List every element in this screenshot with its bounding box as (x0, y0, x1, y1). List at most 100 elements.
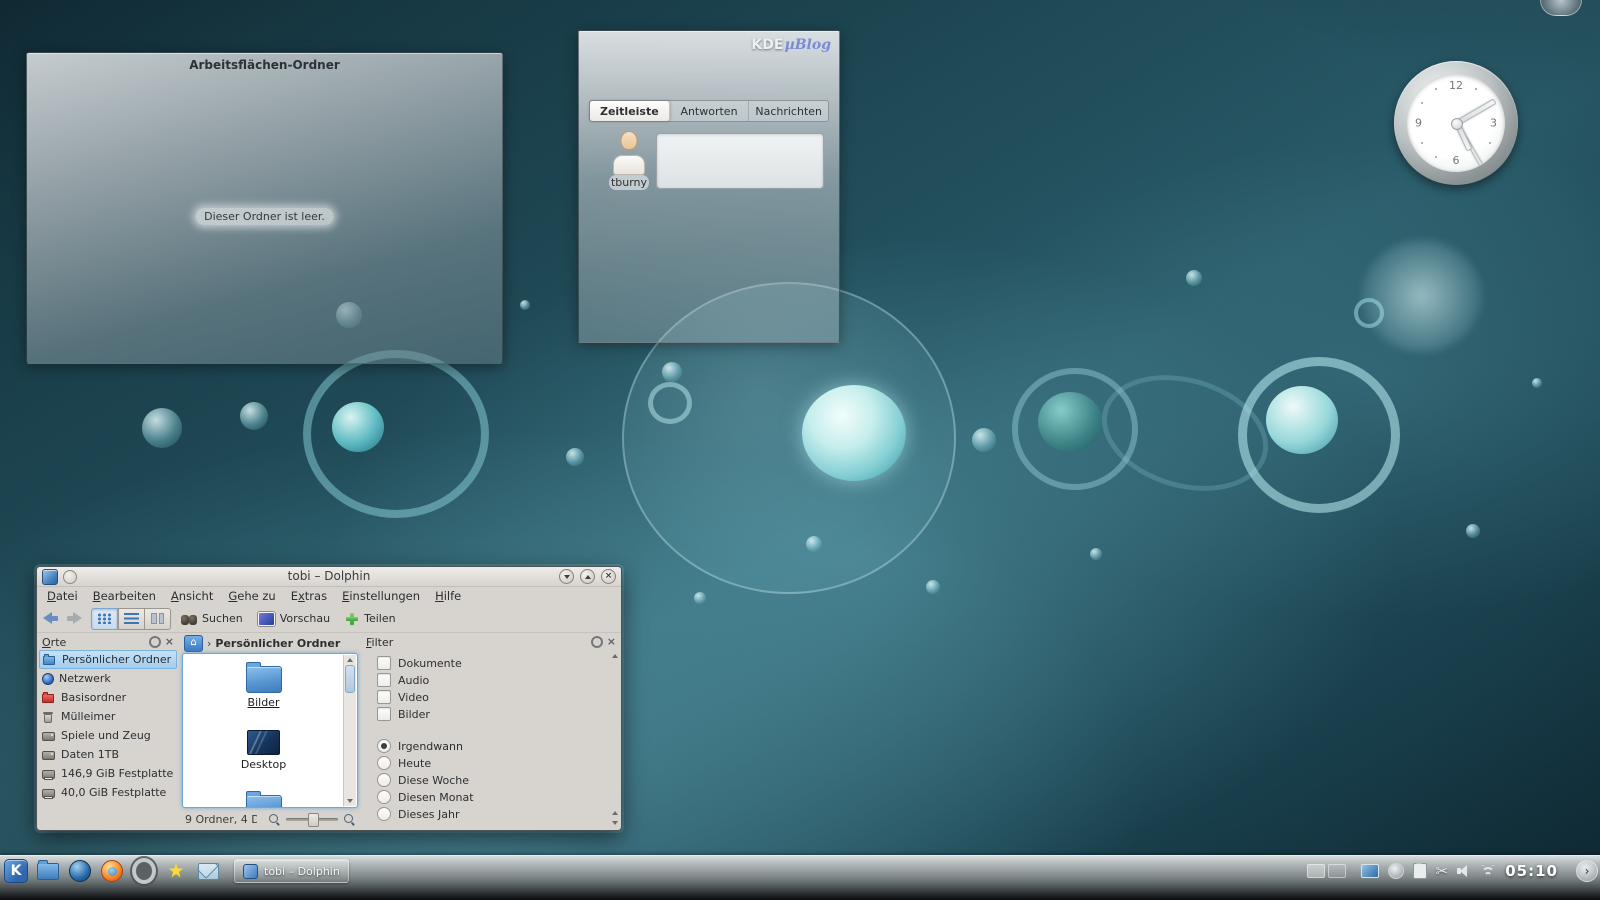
place-item[interactable]: Daten 1TB (39, 745, 177, 764)
filter-scrollbar[interactable] (609, 651, 621, 828)
pager-desktop-1[interactable] (1307, 864, 1325, 878)
scroll-down-icon[interactable] (347, 799, 353, 803)
share-button-label: Teilen (364, 612, 395, 625)
panel-settings-icon[interactable] (149, 636, 161, 648)
menu-gehe-zu[interactable]: Gehe zu (228, 589, 275, 603)
digital-clock[interactable]: 05:10 (1505, 862, 1558, 880)
place-item[interactable]: Spiele und Zeug (39, 726, 177, 745)
menu-ansicht[interactable]: Ansicht (171, 589, 213, 603)
user-avatar-icon[interactable] (609, 131, 649, 175)
filter-radio-row[interactable]: Dieses Jahr (377, 807, 619, 821)
place-item[interactable]: 146,9 GiB Festplatte (39, 764, 177, 783)
checkbox[interactable] (377, 707, 391, 721)
taskbar-task-dolphin[interactable]: tobi – Dolphin (234, 859, 349, 883)
file-item[interactable]: Bilder (183, 661, 344, 709)
kickoff-menu-button[interactable]: K (4, 859, 28, 883)
details-view-button[interactable] (118, 608, 145, 630)
filter-checkbox-row[interactable]: Audio (377, 673, 619, 687)
panel-settings-icon[interactable] (591, 636, 603, 648)
drive-label-icon (42, 768, 56, 780)
radio-button[interactable] (377, 773, 391, 787)
microblog-tab[interactable]: Antworten (670, 101, 750, 121)
microblog-logo-kde: KDE (751, 37, 783, 53)
checkbox[interactable] (377, 656, 391, 670)
panel-toolbox-cashew[interactable]: › (1576, 860, 1598, 882)
file-view-scrollbar[interactable] (343, 655, 356, 806)
scissors-icon[interactable]: ✂ (1436, 864, 1449, 879)
menu-bar: Datei Bearbeiten Ansicht Gehe zu Extras Einst… (37, 587, 621, 605)
panel-close-icon[interactable]: × (607, 637, 616, 647)
forward-button[interactable] (65, 612, 82, 625)
microblog-tab[interactable]: Nachrichten (749, 101, 828, 121)
favorites-launcher[interactable]: ★ (164, 859, 188, 883)
scrollbar-handle[interactable] (345, 665, 355, 693)
filter-checkbox-row[interactable]: Bilder (377, 707, 619, 721)
zoom-slider-handle[interactable] (308, 813, 319, 827)
menu-hilfe[interactable]: Hilfe (435, 589, 461, 603)
device-notifier-icon[interactable] (1388, 863, 1404, 879)
minimize-button[interactable] (559, 569, 574, 584)
home-breadcrumb-button[interactable]: ⌂ (184, 635, 203, 652)
share-button[interactable]: Teilen (340, 608, 400, 630)
place-item[interactable]: 40,0 GiB Festplatte (39, 783, 177, 802)
radio-button[interactable] (377, 790, 391, 804)
analog-clock-widget[interactable]: 12 3 6 9 (1394, 61, 1518, 185)
preview-button[interactable]: Vorschau (253, 608, 335, 630)
radio-button[interactable] (377, 739, 391, 753)
system-settings-launcher[interactable] (132, 859, 156, 883)
search-button[interactable]: Suchen (176, 608, 248, 630)
checkbox[interactable] (377, 673, 391, 687)
microblog-username: tburny (609, 175, 649, 190)
back-button[interactable] (43, 612, 60, 625)
display-icon[interactable] (1361, 864, 1379, 878)
volume-icon[interactable] (1457, 864, 1471, 878)
desktop-pager[interactable] (1307, 864, 1346, 878)
scroll-up-icon[interactable] (612, 811, 618, 815)
place-item[interactable]: Persönlicher Ordner (39, 650, 177, 669)
radio-button[interactable] (377, 756, 391, 770)
microblog-widget[interactable]: KDEµBlog ZeitleisteAntwortenNachrichten … (578, 30, 840, 343)
file-manager-launcher[interactable] (36, 859, 60, 883)
menu-einstellungen[interactable]: Einstellungen (342, 589, 420, 603)
close-button[interactable]: × (601, 569, 616, 584)
mail-launcher[interactable] (196, 859, 220, 883)
file-view[interactable]: Bilder Desktop (182, 653, 358, 808)
filter-radio-row[interactable]: Heute (377, 756, 619, 770)
status-update-input[interactable] (656, 133, 824, 189)
place-item[interactable]: Netzwerk (39, 669, 177, 688)
scroll-up-icon[interactable] (612, 654, 618, 658)
columns-view-button[interactable] (145, 608, 171, 630)
clipboard-icon[interactable] (1413, 863, 1427, 879)
checkbox[interactable] (377, 690, 391, 704)
file-item[interactable] (183, 790, 344, 808)
scroll-down-icon[interactable] (612, 821, 618, 825)
filter-radio-row[interactable]: Irgendwann (377, 739, 619, 753)
panel-close-icon[interactable]: × (165, 637, 174, 647)
radio-button[interactable] (377, 807, 391, 821)
firefox-icon (101, 860, 123, 882)
title-bar[interactable]: tobi – Dolphin × (37, 567, 621, 587)
browser-globe-launcher[interactable] (68, 859, 92, 883)
place-item[interactable]: Basisordner (39, 688, 177, 707)
pager-desktop-2[interactable] (1328, 864, 1346, 878)
filter-checkbox-row[interactable]: Dokumente (377, 656, 619, 670)
place-item[interactable]: Mülleimer (39, 707, 177, 726)
icons-view-button[interactable] (91, 608, 118, 630)
zoom-in-icon[interactable] (344, 814, 355, 825)
filter-radio-row[interactable]: Diese Woche (377, 773, 619, 787)
filter-radio-row[interactable]: Diesen Monat (377, 790, 619, 804)
zoom-slider[interactable] (286, 812, 338, 826)
scroll-up-icon[interactable] (347, 658, 353, 662)
firefox-launcher[interactable] (100, 859, 124, 883)
menu-extras[interactable]: Extras (291, 589, 327, 603)
filter-checkbox-row[interactable]: Video (377, 690, 619, 704)
microblog-tab[interactable]: Zeitleiste (590, 101, 670, 121)
wifi-icon[interactable] (1480, 865, 1496, 878)
folder-icon (246, 666, 282, 693)
zoom-out-icon[interactable] (269, 814, 280, 825)
folder-view-widget[interactable]: Arbeitsflächen-Ordner Dieser Ordner ist … (26, 52, 503, 364)
menu-bearbeiten[interactable]: Bearbeiten (93, 589, 156, 603)
menu-datei[interactable]: Datei (47, 589, 78, 603)
maximize-button[interactable] (580, 569, 595, 584)
file-item[interactable]: Desktop (183, 724, 344, 771)
